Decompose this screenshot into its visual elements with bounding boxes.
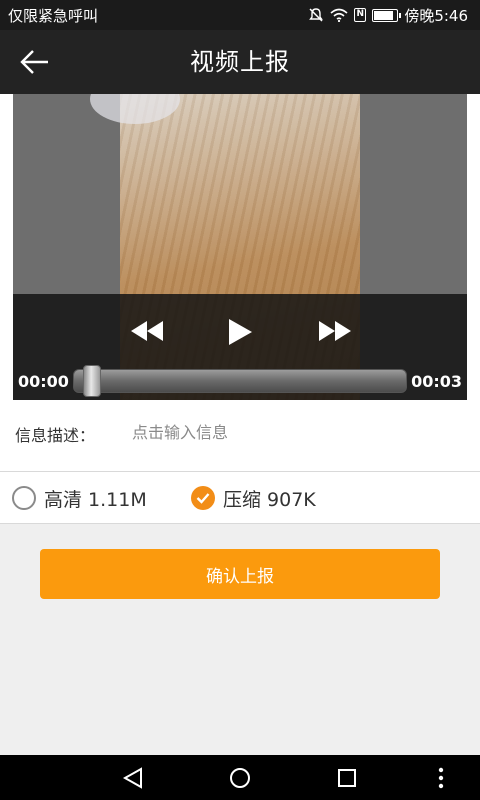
play-icon[interactable]	[227, 318, 253, 346]
quality-options: 高清 1.11M 压缩 907K	[0, 472, 480, 524]
video-player[interactable]: 00:00 00:03	[13, 94, 467, 400]
seek-thumb[interactable]	[83, 365, 101, 397]
back-button[interactable]	[14, 42, 56, 82]
nav-recent-icon	[338, 769, 356, 787]
status-icons: N 傍晚5:46	[308, 5, 468, 26]
battery-fill	[374, 10, 394, 20]
nav-home-icon	[230, 768, 250, 788]
info-label: 信息描述：	[15, 426, 96, 445]
nav-home-button[interactable]	[225, 763, 255, 793]
battery-icon	[372, 8, 402, 22]
mute-icon	[309, 8, 324, 22]
radio-option-hd[interactable]: 高清 1.11M	[12, 484, 147, 512]
nav-back-button[interactable]	[118, 763, 148, 793]
nav-back-icon	[122, 767, 142, 789]
submit-report-button[interactable]: 确认上报	[40, 549, 440, 599]
clock: 傍晚5:46	[404, 6, 468, 25]
page-title: 视频上报	[190, 48, 290, 76]
navigation-bar	[0, 755, 480, 800]
radio-unchecked-icon[interactable]	[12, 486, 36, 510]
radio-option-compress[interactable]: 压缩 907K	[191, 484, 316, 512]
nav-recent-button[interactable]	[332, 763, 362, 793]
nav-menu-icon	[438, 767, 444, 789]
carrier-text: 仅限紧急呼叫	[8, 6, 99, 25]
content: 00:00 00:03 信息描述： 高清 1.11M 压缩 907	[0, 94, 480, 524]
radio-label-compress: 压缩 907K	[223, 488, 316, 511]
seek-bar[interactable]	[73, 369, 407, 393]
status-bar: 仅限紧急呼叫 N 傍晚5:46	[0, 0, 480, 30]
nfc-icon: N	[354, 8, 367, 22]
info-row: 信息描述：	[0, 400, 480, 472]
screen: 仅限紧急呼叫 N 傍晚5:46 视频上报 00:00 00:03 信息描述： 点…	[0, 0, 480, 800]
wifi-icon	[330, 8, 348, 22]
rewind-icon[interactable]	[130, 320, 164, 342]
info-input[interactable]	[132, 414, 452, 450]
player-controls: 00:00 00:03	[13, 294, 467, 400]
nav-menu-button[interactable]	[426, 763, 456, 793]
radio-label-hd: 高清 1.11M	[44, 488, 147, 511]
radio-checked-icon[interactable]	[191, 486, 215, 510]
arrow-left-icon	[20, 50, 48, 74]
title-bar: 视频上报	[0, 30, 480, 94]
checkmark-icon	[196, 493, 210, 504]
total-time: 00:03	[411, 372, 462, 391]
fast-forward-icon[interactable]	[318, 320, 352, 342]
current-time: 00:00	[18, 372, 69, 391]
